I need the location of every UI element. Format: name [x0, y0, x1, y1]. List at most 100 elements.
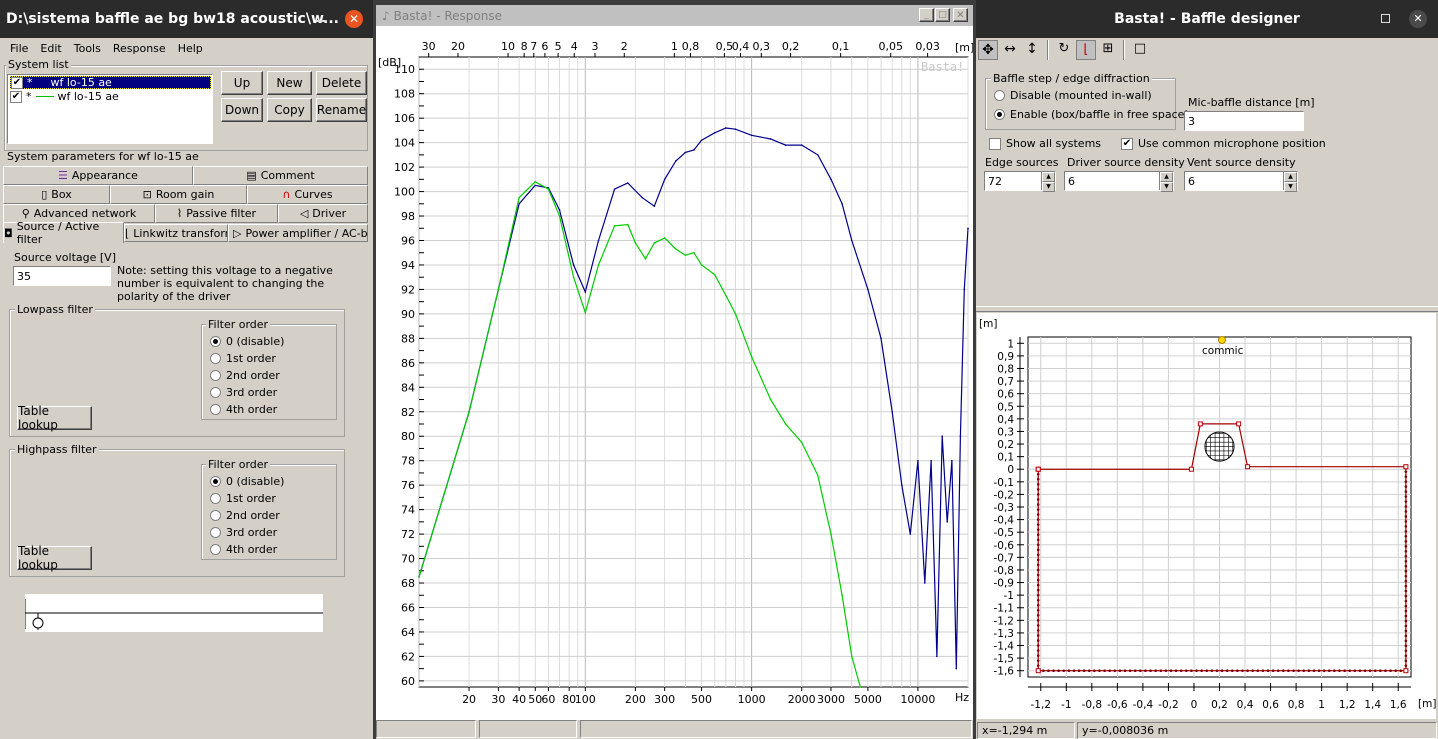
baffle-vertex-handle[interactable]: [1245, 464, 1251, 470]
lowpass-table-lookup-button[interactable]: Table lookup: [17, 404, 92, 432]
show-all-systems-checkbox[interactable]: Show all systems: [989, 137, 1101, 150]
new-button[interactable]: New: [267, 71, 312, 95]
down-button[interactable]: Down: [221, 98, 263, 122]
grid-tool-icon[interactable]: ⊞: [1098, 40, 1118, 60]
tab-appearance[interactable]: ☰ Appearance: [3, 166, 193, 185]
minimize-button[interactable]: _: [919, 8, 934, 22]
highpass-order-0[interactable]: 0 (disable): [210, 475, 284, 488]
main-window-titlebar[interactable]: D:\sistema baffle ae bg bw18 acoustic\w.…: [0, 0, 373, 38]
copy-button[interactable]: Copy: [267, 98, 312, 122]
highpass-order-3[interactable]: 3rd order: [210, 526, 277, 539]
lowpass-order-4[interactable]: 4th order: [210, 403, 277, 416]
tab-passive-filter[interactable]: ⌇ Passive filter: [155, 204, 278, 223]
vent-density-input[interactable]: 6 ▲ ▼: [1184, 171, 1298, 192]
system-list[interactable]: ✔ * wf lo-15 ae ✔ * wf lo-15 ae: [7, 74, 213, 144]
highpass-order-4[interactable]: 4th order: [210, 543, 277, 556]
enable-radio[interactable]: Enable (box/baffle in free space): [994, 108, 1189, 121]
disable-radio[interactable]: Disable (mounted in-wall): [994, 89, 1152, 102]
list-item[interactable]: ✔ * wf lo-15 ae: [10, 76, 211, 89]
minimize-icon[interactable]: [316, 14, 325, 22]
edge-source: [1312, 669, 1316, 673]
system-checkbox[interactable]: ✔: [11, 76, 23, 89]
checkbox-icon: [989, 137, 1001, 150]
tab-room-gain[interactable]: ⊡ Room gain: [110, 185, 247, 204]
close-icon[interactable]: ✕: [345, 10, 363, 28]
edge-source: [1404, 644, 1408, 648]
baffle-vertex-handle[interactable]: [1188, 466, 1194, 472]
response-titlebar[interactable]: ♪ Basta! - Response _ □ ✕: [376, 5, 973, 26]
tab-linkwitz-transform[interactable]: ⌊ Linkwitz transform: [124, 224, 228, 242]
highpass-order-1[interactable]: 1st order: [210, 492, 276, 505]
edge-source: [1302, 669, 1306, 673]
delete-button[interactable]: Delete: [316, 71, 367, 95]
splitter[interactable]: [976, 306, 1438, 312]
close-icon[interactable]: ✕: [1409, 10, 1427, 28]
menu-response[interactable]: Response: [107, 42, 172, 55]
baffle-vertex-handle[interactable]: [1035, 668, 1041, 674]
response-point: [850, 655, 853, 658]
menu-tools[interactable]: Tools: [68, 42, 107, 55]
system-name: wf lo-15 ae: [57, 90, 119, 103]
response-point: [518, 202, 520, 205]
source-voltage-input[interactable]: 35: [13, 266, 111, 286]
lowpass-order-1[interactable]: 1st order: [210, 352, 276, 365]
mic-distance-input[interactable]: 3: [1184, 111, 1304, 131]
menu-file[interactable]: File: [4, 42, 34, 55]
horizontal-resize-icon[interactable]: ↔: [1000, 40, 1020, 60]
edge-source: [1210, 669, 1214, 673]
baffle-vertex-handle[interactable]: [1403, 464, 1409, 470]
edge-source: [1404, 584, 1408, 588]
list-item[interactable]: ✔ * wf lo-15 ae: [10, 90, 211, 103]
baffle-titlebar[interactable]: Basta! - Baffle designer ✕: [976, 0, 1438, 38]
highpass-table-lookup-button[interactable]: Table lookup: [17, 544, 92, 572]
db-tick-label: 80: [401, 430, 415, 443]
response-point: [534, 184, 537, 187]
menu-edit[interactable]: Edit: [34, 42, 67, 55]
use-common-mic-checkbox[interactable]: ✔ Use common microphone position: [1121, 137, 1326, 150]
baffle-vertex-handle[interactable]: [1236, 421, 1242, 427]
system-checkbox[interactable]: ✔: [10, 90, 22, 103]
system-name: wf lo-15 ae: [50, 76, 112, 89]
response-point: [830, 178, 832, 181]
response-point: [626, 182, 629, 184]
lowpass-order-0[interactable]: 0 (disable): [210, 335, 284, 348]
baffle-vertex-handle[interactable]: [1197, 421, 1203, 427]
tab-power-amplifier[interactable]: ▷ Power amplifier / AC-bas: [228, 224, 368, 242]
tab-box[interactable]: ▯ Box: [3, 185, 110, 204]
menu-help[interactable]: Help: [172, 42, 209, 55]
restore-icon[interactable]: [1381, 14, 1390, 23]
baffle-vertex-handle[interactable]: [1403, 668, 1409, 674]
response-point: [880, 337, 882, 340]
vertical-resize-icon[interactable]: ↕: [1022, 40, 1042, 60]
db-tick-label: 106: [394, 112, 415, 125]
highpass-order-2[interactable]: 2nd order: [210, 509, 280, 522]
maximize-button[interactable]: □: [935, 8, 950, 22]
tab-comment[interactable]: ▤ Comment: [193, 166, 368, 185]
tab-curves[interactable]: ∩ Curves: [247, 185, 368, 204]
baffle-plot[interactable]: 10,90,80,70,60,50,40,30,20,10-0,1-0,2-0,…: [977, 313, 1436, 719]
baffle-vertex-handle[interactable]: [1035, 466, 1041, 472]
tab-source-active-filter[interactable]: ◘ Source / Active filter: [3, 220, 124, 246]
rotate-icon[interactable]: ↻: [1054, 40, 1074, 60]
move-icon[interactable]: ✥: [978, 40, 998, 60]
rename-button[interactable]: Rename: [316, 98, 367, 122]
driver-density-input[interactable]: 6 ▲ ▼: [1064, 171, 1174, 192]
response-point: [951, 459, 953, 462]
close-button[interactable]: ✕: [953, 8, 968, 22]
edge-source: [1036, 543, 1040, 547]
db-tick-label: 92: [401, 283, 415, 296]
rectangle-tool-icon[interactable]: □: [1130, 40, 1150, 60]
response-point: [769, 138, 772, 140]
response-chart[interactable]: 30 20 10 8 7 6 5 4 3 2 1 0,8 0,50,4 0,3 0,2 0,1 0,05 0,03…: [376, 26, 973, 720]
spin-control[interactable]: ▲ ▼: [1283, 172, 1297, 192]
microphone-marker[interactable]: [1218, 336, 1226, 344]
spin-control[interactable]: ▲ ▼: [1159, 172, 1173, 192]
lowpass-order-3[interactable]: 3rd order: [210, 386, 277, 399]
edge-sources-input[interactable]: 72 ▲ ▼: [984, 171, 1056, 192]
tab-driver[interactable]: ◁ Driver: [278, 204, 368, 223]
lowpass-order-2[interactable]: 2nd order: [210, 369, 280, 382]
up-button[interactable]: Up: [221, 71, 263, 95]
spin-control[interactable]: ▲ ▼: [1041, 172, 1055, 192]
edge-tool-icon[interactable]: ⌊: [1076, 40, 1096, 60]
edge-source: [1036, 593, 1040, 597]
